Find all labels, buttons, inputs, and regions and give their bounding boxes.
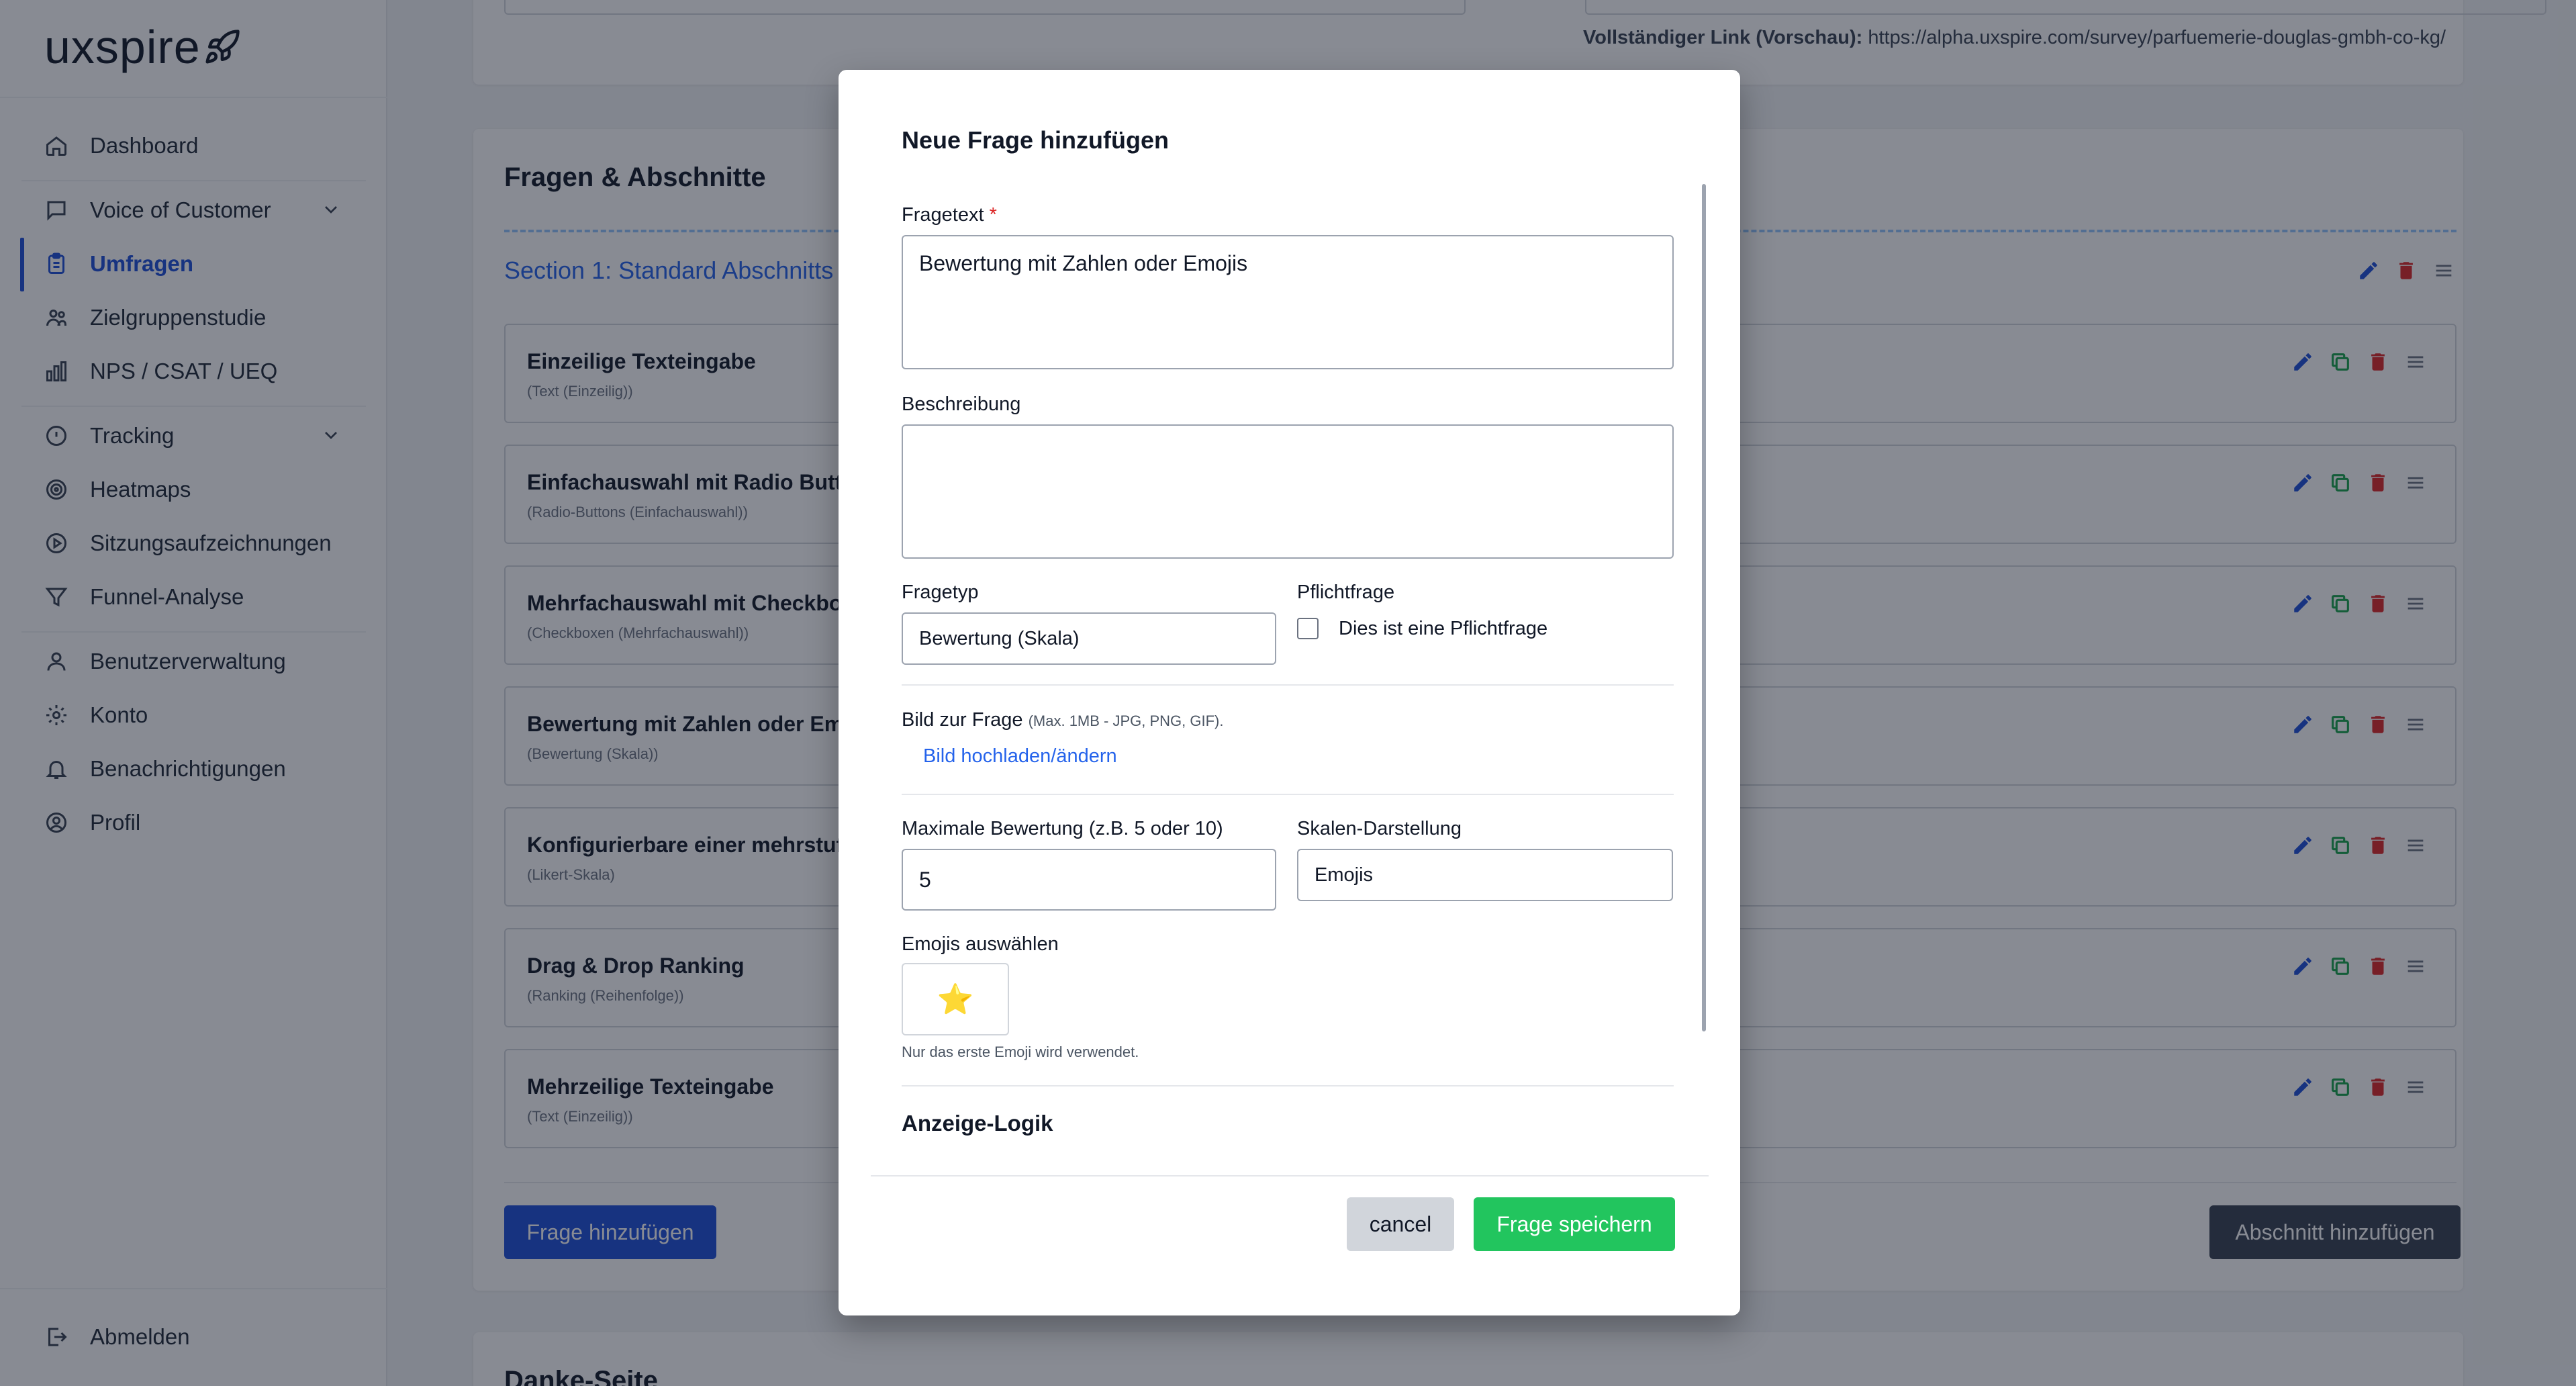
modal-divider bbox=[902, 684, 1674, 686]
modal-footer-divider bbox=[871, 1175, 1709, 1176]
image-label: Bild zur Frage (Max. 1MB - JPG, PNG, GIF… bbox=[902, 709, 1224, 731]
required-label: Pflichtfrage bbox=[1297, 582, 1395, 603]
scale-display-value: Emojis bbox=[1315, 864, 1374, 886]
image-label-text: Bild zur Frage bbox=[902, 709, 1023, 731]
question-text-input[interactable]: Bewertung mit Zahlen oder Emojis bbox=[902, 235, 1674, 369]
display-logic-title: Anzeige-Logik bbox=[902, 1111, 1053, 1136]
emoji-select-label: Emojis auswählen bbox=[902, 933, 1059, 955]
required-checkbox-label[interactable]: Dies ist eine Pflichtfrage bbox=[1339, 618, 1547, 640]
star-icon: ⭐ bbox=[937, 983, 974, 1016]
max-rating-label: Maximale Bewertung (z.B. 5 oder 10) bbox=[902, 818, 1223, 839]
modal-divider bbox=[902, 1085, 1674, 1087]
scale-display-label: Skalen-Darstellung bbox=[1297, 818, 1462, 839]
save-question-button[interactable]: Frage speichern bbox=[1474, 1197, 1675, 1251]
cancel-button[interactable]: cancel bbox=[1347, 1197, 1454, 1251]
description-input[interactable] bbox=[902, 424, 1674, 559]
question-type-select[interactable]: Bewertung (Skala) bbox=[902, 612, 1276, 665]
scale-display-select[interactable]: Emojis bbox=[1297, 849, 1673, 901]
modal-divider bbox=[902, 794, 1674, 795]
required-checkbox[interactable] bbox=[1297, 618, 1319, 639]
question-type-label: Fragetyp bbox=[902, 582, 979, 603]
description-label: Beschreibung bbox=[902, 394, 1021, 415]
question-text-label: Fragetext * bbox=[902, 204, 997, 226]
image-hint: (Max. 1MB - JPG, PNG, GIF). bbox=[1028, 712, 1224, 729]
emoji-input[interactable]: ⭐ bbox=[902, 963, 1009, 1035]
modal-scrollbar[interactable] bbox=[1702, 184, 1706, 1031]
add-question-modal: Neue Frage hinzufügen Fragetext * Bewert… bbox=[839, 70, 1740, 1315]
max-rating-input[interactable]: 5 bbox=[902, 849, 1276, 911]
question-text-label-text: Fragetext bbox=[902, 204, 984, 226]
emoji-hint: Nur das erste Emoji wird verwendet. bbox=[902, 1044, 1139, 1060]
modal-title: Neue Frage hinzufügen bbox=[902, 126, 1170, 154]
required-marker: * bbox=[989, 204, 997, 226]
question-type-value: Bewertung (Skala) bbox=[919, 627, 1080, 649]
max-rating-value: 5 bbox=[919, 867, 931, 892]
image-upload-link[interactable]: Bild hochladen/ändern bbox=[923, 745, 1117, 768]
